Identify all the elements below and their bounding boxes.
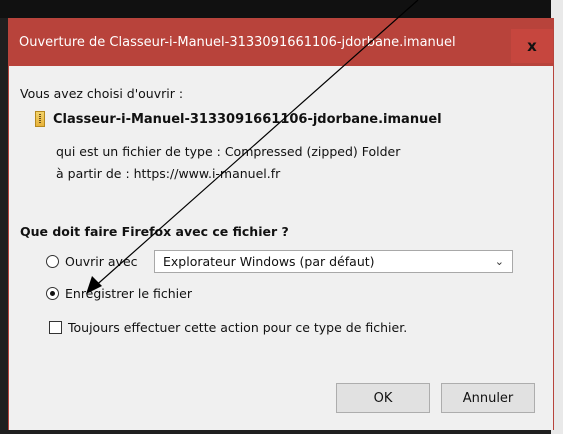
action-question: Que doit faire Firefox avec ce fichier ? bbox=[20, 224, 289, 239]
open-with-option[interactable]: Ouvrir avec bbox=[46, 254, 138, 269]
close-icon: x bbox=[527, 37, 537, 55]
always-do-label[interactable]: Toujours effectuer cette action pour ce … bbox=[68, 320, 407, 335]
screenshot: Ouverture de Classeur-i-Manuel-313309166… bbox=[0, 0, 563, 434]
open-with-label[interactable]: Ouvrir avec bbox=[65, 254, 138, 269]
always-do-option[interactable]: Toujours effectuer cette action pour ce … bbox=[49, 320, 407, 335]
ok-button[interactable]: OK bbox=[336, 383, 430, 413]
intro-text: Vous avez choisi d'ouvrir : bbox=[20, 86, 184, 101]
close-button[interactable]: x bbox=[511, 29, 553, 63]
source-url-text: à partir de : https://www.i-manuel.fr bbox=[56, 166, 281, 181]
save-file-radio[interactable] bbox=[46, 287, 59, 300]
file-name: Classeur-i-Manuel-3133091661106-jdorbane… bbox=[53, 111, 442, 127]
application-select[interactable]: Explorateur Windows (par défaut) ⌄ bbox=[154, 250, 513, 273]
open-with-radio[interactable] bbox=[46, 255, 59, 268]
background-window-top bbox=[0, 0, 563, 18]
cancel-button[interactable]: Annuler bbox=[441, 383, 535, 413]
save-file-option[interactable]: Enregistrer le fichier bbox=[46, 286, 192, 301]
save-file-label[interactable]: Enregistrer le fichier bbox=[65, 286, 192, 301]
dialog-title: Ouverture de Classeur-i-Manuel-313309166… bbox=[19, 35, 456, 50]
dialog-titlebar: Ouverture de Classeur-i-Manuel-313309166… bbox=[9, 19, 553, 66]
download-dialog: Ouverture de Classeur-i-Manuel-313309166… bbox=[8, 18, 554, 430]
file-type-text: qui est un fichier de type : Compressed … bbox=[56, 144, 401, 159]
zip-file-icon bbox=[35, 111, 45, 127]
file-row: Classeur-i-Manuel-3133091661106-jdorbane… bbox=[35, 111, 442, 127]
dialog-body: Vous avez choisi d'ouvrir : Classeur-i-M… bbox=[9, 66, 553, 430]
always-do-checkbox[interactable] bbox=[49, 321, 62, 334]
chevron-down-icon: ⌄ bbox=[494, 255, 504, 268]
application-select-value: Explorateur Windows (par défaut) bbox=[163, 254, 375, 269]
